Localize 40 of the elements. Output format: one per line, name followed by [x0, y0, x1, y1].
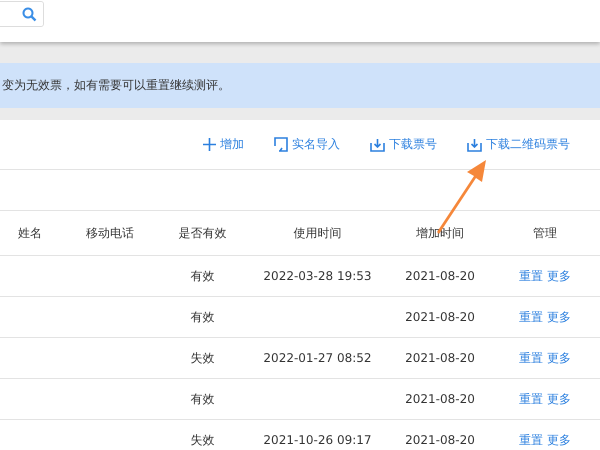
- column-header: 管理: [532, 224, 558, 242]
- action-link[interactable]: 重置: [519, 432, 543, 448]
- status-cell: 有效: [190, 310, 214, 324]
- column-header: 移动电话: [85, 224, 135, 242]
- notice-text: 变为无效票，如有需要可以重置继续测评。: [2, 77, 230, 94]
- status-cell: 有效: [190, 268, 214, 282]
- action-link[interactable]: 更多: [547, 390, 571, 408]
- added-time-cell: 2021-08-20: [405, 433, 475, 447]
- download-icon: [370, 138, 385, 152]
- action-link[interactable]: 更多: [547, 350, 571, 366]
- status-cell: 失效: [190, 350, 214, 364]
- used-time-cell: 2021-10-26 09:17: [263, 433, 372, 447]
- status-cell: 失效: [190, 432, 214, 446]
- toolbar-button[interactable]: 增加: [203, 136, 244, 153]
- plus-icon: [203, 138, 216, 151]
- added-time-cell: 2021-08-20: [405, 392, 475, 406]
- column-header: 姓名: [17, 224, 43, 242]
- action-link[interactable]: 重置: [519, 268, 543, 284]
- toolbar-button[interactable]: 实名导入: [274, 136, 340, 153]
- toolbar-button[interactable]: 下载票号: [370, 136, 437, 153]
- used-time-cell: 2022-03-28 19:53: [263, 269, 372, 283]
- action-link[interactable]: 更多: [547, 432, 571, 448]
- toolbar-button[interactable]: 下载二维码票号: [467, 136, 570, 153]
- action-link[interactable]: 更多: [547, 268, 571, 284]
- import-icon: [274, 137, 288, 152]
- used-time-cell: 2022-01-27 08:52: [263, 351, 372, 365]
- search-icon: [22, 6, 37, 22]
- action-link[interactable]: 重置: [519, 390, 543, 408]
- status-cell: 有效: [190, 392, 214, 406]
- action-link[interactable]: 更多: [547, 308, 571, 326]
- search-field[interactable]: [0, 1, 44, 27]
- download-icon: [467, 138, 482, 152]
- action-link[interactable]: 重置: [519, 350, 543, 366]
- added-time-cell: 2021-08-20: [405, 310, 475, 324]
- added-time-cell: 2021-08-20: [405, 351, 475, 365]
- action-link[interactable]: 重置: [519, 308, 543, 326]
- added-time-cell: 2021-08-20: [405, 269, 475, 283]
- column-header: 增加时间: [415, 224, 465, 242]
- column-header: 是否有效: [178, 224, 228, 242]
- column-header: 使用时间: [292, 224, 342, 242]
